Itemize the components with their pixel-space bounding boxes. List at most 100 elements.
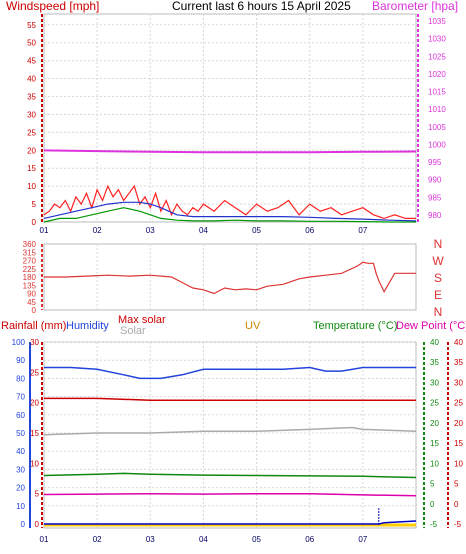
rain-ticks: 0 5 10 15 20 25 30 <box>30 338 43 529</box>
series-solar <box>43 426 417 436</box>
temperature-tick-label: 25 <box>430 399 439 408</box>
humidity-tick-label: 10 <box>16 502 25 511</box>
legend-item: Rainfall (mm) <box>1 320 66 332</box>
windspeed-tick-label: 40 <box>27 75 36 84</box>
windspeed-tick-label: 30 <box>27 110 36 119</box>
windspeed-axis-title: Windspeed [mph] <box>6 0 99 13</box>
legend-item: Humidity <box>66 320 109 332</box>
dewpoint-tick-label: 40 <box>454 338 463 347</box>
dewpoint-tick-label: -5 <box>454 520 462 529</box>
humidity-tick-label: 0 <box>21 520 26 529</box>
barometer-tick-label: 1005 <box>428 123 446 132</box>
barometer-axis-title: Barometer [hpa] <box>372 0 458 13</box>
wind-x-label: 02 <box>93 226 102 235</box>
wind-x-label: 01 <box>40 226 49 235</box>
barometer-tick-label: 985 <box>428 193 442 202</box>
barometer-tick-label: 1035 <box>428 17 446 26</box>
barometer-tick-label: 1025 <box>428 52 446 61</box>
direction-tick-label: 135 <box>23 281 37 290</box>
legend-item: Solar <box>120 325 146 337</box>
compass-labels: NWSEN <box>432 237 444 319</box>
legend-item: Temperature (°C) <box>313 320 397 332</box>
temperature-tick-label: 40 <box>430 338 439 347</box>
panel-direction: 04590135180225270315360 NWSEN <box>23 237 445 319</box>
direction-grid <box>43 243 417 311</box>
dewpoint-tick-label: 30 <box>454 378 463 387</box>
dewpoint-ticks: -5 0 5 10 15 20 25 30 35 40 <box>447 338 463 529</box>
temp-x-label: 05 <box>252 535 261 544</box>
direction-tick-label: 0 <box>32 306 37 315</box>
dewpoint-tick-label: 5 <box>454 480 459 489</box>
temp-legend: Rainfall (mm) Humidity Max solarSolar UV Tem… <box>1 314 466 337</box>
temp-series <box>43 366 417 527</box>
windspeed-tick-label: 50 <box>27 39 36 48</box>
rain-tick-label: 15 <box>30 429 39 438</box>
barometer-tick-label: 1015 <box>428 88 446 97</box>
temp-x-label: 03 <box>146 535 155 544</box>
dewpoint-tick-label: 20 <box>454 419 463 428</box>
series-rain <box>44 520 417 525</box>
barometer-tick-label: 1020 <box>428 70 446 79</box>
compass-label: N <box>434 237 443 251</box>
compass-label: E <box>434 288 442 302</box>
humidity-tick-label: 20 <box>16 484 25 493</box>
panel-wind-baro: Windspeed [mph] Current last 6 hours 15 … <box>6 0 458 235</box>
direction-ticks: 04590135180225270315360 <box>23 240 43 315</box>
humidity-tick-label: 90 <box>16 356 25 365</box>
rain-tick-label: 25 <box>30 368 39 377</box>
dewpoint-tick-label: 35 <box>454 358 463 367</box>
direction-tick-label: 180 <box>23 273 37 282</box>
windspeed-ticks: 0 5 10 15 20 25 30 35 40 45 50 55 <box>27 14 43 227</box>
rain-tick-label: 30 <box>30 338 39 347</box>
temp-x-ticks: 01 02 03 04 05 06 07 <box>40 535 368 544</box>
dewpoint-tick-label: 15 <box>454 439 463 448</box>
temperature-tick-label: 35 <box>430 358 439 367</box>
series-maxsolar <box>44 397 416 401</box>
humidity-tick-label: 30 <box>16 465 25 474</box>
temperature-tick-label: 30 <box>430 378 439 387</box>
legend-item: Dew Point (°C) <box>396 320 466 332</box>
temperature-tick-label: 10 <box>430 459 439 468</box>
series-temp <box>43 472 417 479</box>
barometer-tick-label: 1000 <box>428 140 446 149</box>
barometer-tick-label: 1030 <box>428 35 446 44</box>
dewpoint-tick-label: 10 <box>454 459 463 468</box>
direction-tick-label: 45 <box>27 298 36 307</box>
compass-label: S <box>434 271 442 285</box>
direction-plot-frame <box>43 243 417 311</box>
wind-x-label: 05 <box>252 226 261 235</box>
wind-grid <box>43 13 417 223</box>
temp-x-label: 07 <box>358 535 367 544</box>
dewpoint-tick-label: 0 <box>454 500 459 509</box>
barometer-tick-label: 1010 <box>428 105 446 114</box>
windspeed-tick-label: 10 <box>27 182 36 191</box>
barometer-tick-label: 980 <box>428 211 442 220</box>
wind-x-label: 04 <box>199 226 208 235</box>
direction-series <box>44 261 416 295</box>
humidity-tick-label: 100 <box>12 338 26 347</box>
temperature-tick-label: 20 <box>430 419 439 428</box>
temp-x-label: 04 <box>199 535 208 544</box>
windspeed-tick-label: 45 <box>27 57 36 66</box>
humidity-ticks: 0 10 20 30 40 50 60 70 80 90 100 <box>12 338 31 529</box>
wind-x-label: 03 <box>146 226 155 235</box>
windspeed-tick-label: 25 <box>27 128 36 137</box>
rain-tick-label: 0 <box>35 520 40 529</box>
windspeed-tick-label: 5 <box>32 200 37 209</box>
direction-tick-label: 225 <box>23 265 37 274</box>
panel-rain-temp: Rainfall (mm) Humidity Max solarSolar UV Tem… <box>1 314 466 544</box>
chart-title: Current last 6 hours 15 April 2025 <box>172 0 351 13</box>
temp-x-label: 02 <box>93 535 102 544</box>
wind-plot-frame <box>43 13 417 223</box>
humidity-tick-label: 40 <box>16 447 25 456</box>
compass-label: W <box>432 254 444 268</box>
dewpoint-tick-label: 25 <box>454 399 463 408</box>
humidity-tick-label: 60 <box>16 411 25 420</box>
wind-x-label: 07 <box>358 226 367 235</box>
temperature-ticks: -5 0 5 10 15 20 25 30 35 40 <box>423 338 439 529</box>
series-humidity <box>44 366 416 380</box>
windspeed-tick-label: 20 <box>27 146 36 155</box>
windspeed-tick-label: 15 <box>27 164 36 173</box>
humidity-tick-label: 70 <box>16 393 25 402</box>
temperature-tick-label: 5 <box>430 480 435 489</box>
